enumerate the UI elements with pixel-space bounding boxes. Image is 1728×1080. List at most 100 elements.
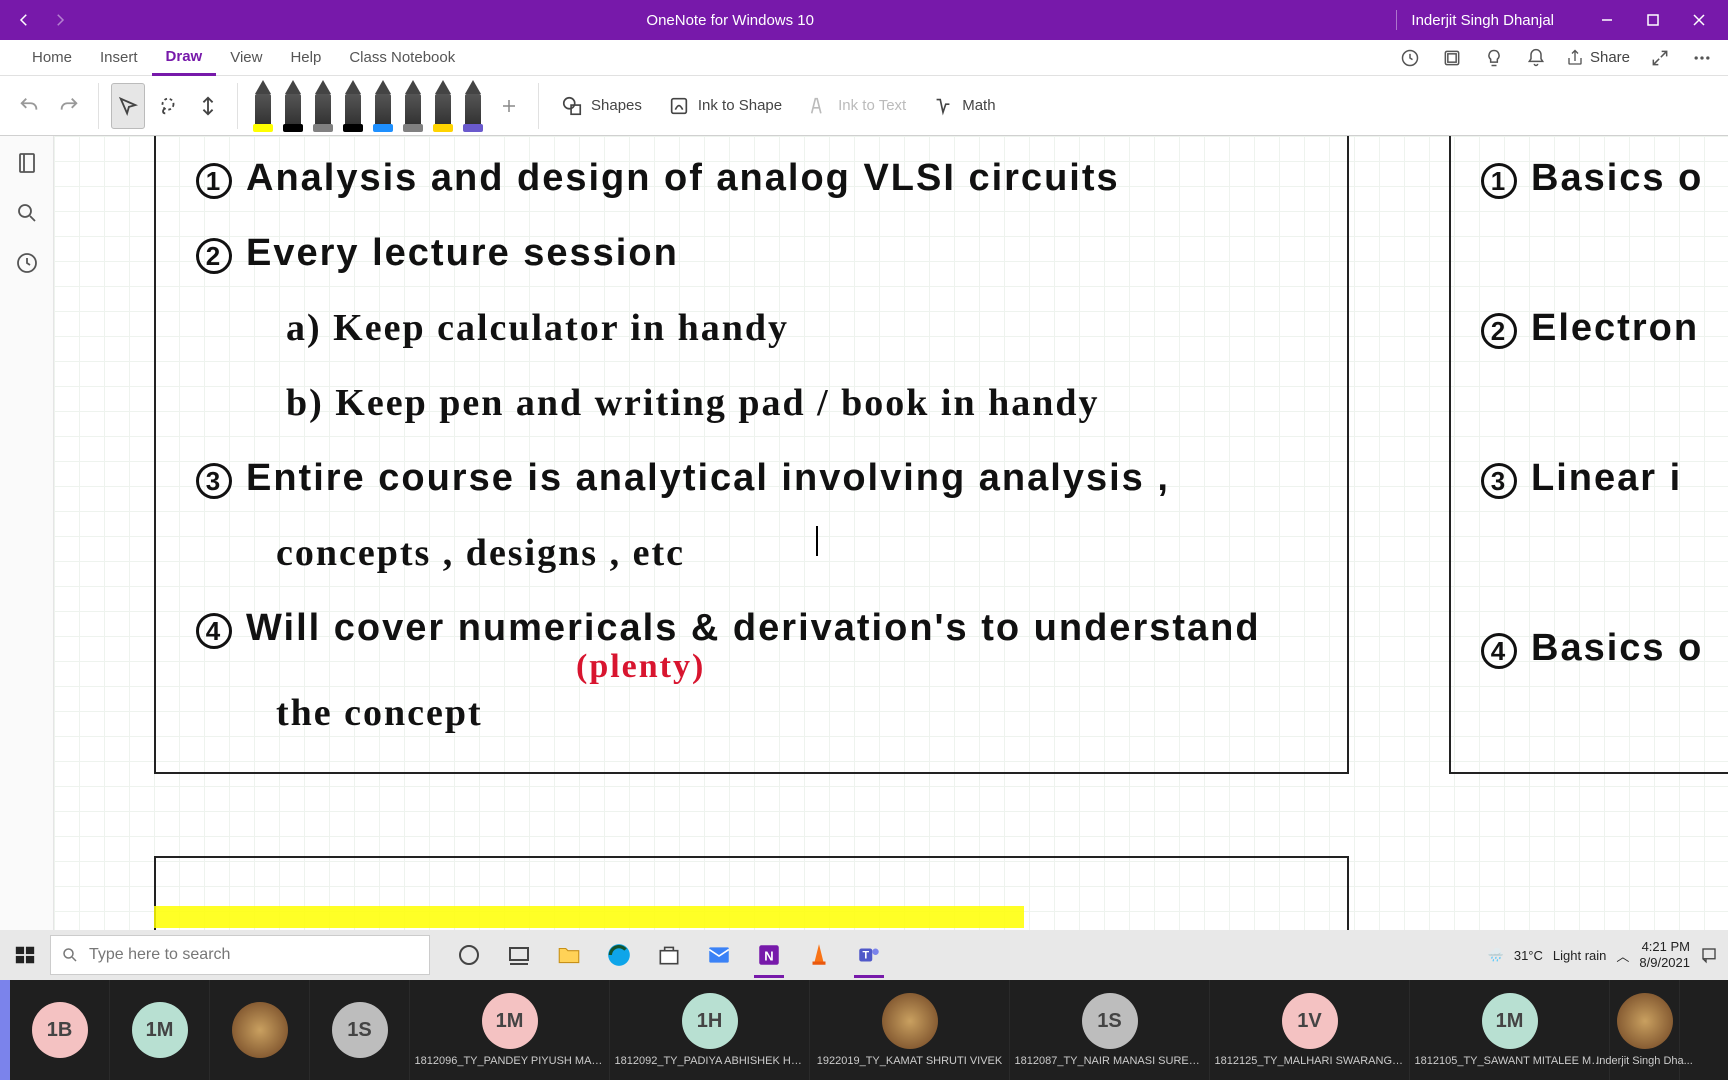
add-pen-button[interactable] [492, 83, 526, 129]
account-name[interactable]: Inderjit Singh Dhanjal [1411, 12, 1584, 29]
svg-text:N: N [764, 948, 773, 963]
vlc-icon[interactable] [794, 930, 844, 980]
participant[interactable]: 1S 1812087_TY_NAIR MANASI SUREND... [1010, 980, 1210, 1080]
pen-1[interactable] [280, 80, 306, 132]
notification-icon[interactable] [1700, 946, 1718, 964]
cortana-icon[interactable] [444, 930, 494, 980]
participant[interactable]: 1V1812125_TY_MALHARI SWARANGEE... [1210, 980, 1410, 1080]
search-icon [61, 946, 79, 964]
participant-name: 1812125_TY_MALHARI SWARANGEE... [1215, 1055, 1405, 1067]
dictate-icon[interactable] [1398, 46, 1422, 70]
avatar: 1S [1082, 993, 1138, 1049]
pen-5[interactable] [400, 80, 426, 132]
weather-icon[interactable]: 🌧️ [1488, 947, 1504, 963]
taskbar-search[interactable]: Type here to search [50, 935, 430, 975]
titlebar: OneNote for Windows 10 Inderjit Singh Dh… [0, 0, 1728, 40]
avatar: 1B [32, 1002, 88, 1058]
participant[interactable]: 1M1812105_TY_SAWANT MITALEE MAH... [1410, 980, 1610, 1080]
feed-icon[interactable] [1440, 46, 1464, 70]
notebooks-icon[interactable] [14, 150, 40, 176]
note-canvas[interactable]: 1 Analysis and design of analog VLSI circ… [54, 136, 1728, 930]
note-text: Electron [1531, 307, 1699, 349]
fullscreen-icon[interactable] [1648, 46, 1672, 70]
separator [237, 83, 238, 129]
clock[interactable]: 4:21 PM 8/9/2021 [1639, 939, 1690, 970]
participant[interactable] [210, 980, 310, 1080]
tab-home[interactable]: Home [18, 40, 86, 76]
note-container-main: 1Analysis and design of analog VLSI circ… [154, 136, 1349, 774]
system-tray: 🌧️ 31°C Light rain ︿ 4:21 PM 8/9/2021 [1488, 939, 1728, 970]
tab-class-notebook[interactable]: Class Notebook [335, 40, 469, 76]
bullet-r1: 1 [1481, 163, 1517, 199]
bell-icon[interactable] [1524, 46, 1548, 70]
text-cursor [816, 526, 818, 556]
ink-to-shape-icon [668, 95, 690, 117]
svg-text:T: T [862, 949, 869, 961]
participant[interactable]: 1H1812092_TY_PADIYA ABHISHEK HAR... [610, 980, 810, 1080]
recent-icon[interactable] [14, 250, 40, 276]
ink-to-text-label: Ink to Text [838, 97, 906, 114]
note-text: Entire course is analytical involving an… [246, 457, 1170, 499]
select-tool[interactable] [111, 83, 145, 129]
forward-button[interactable] [42, 2, 78, 38]
search-icon[interactable] [14, 200, 40, 226]
windows-taskbar: Type here to search N T 🌧️ 31°C Light ra… [0, 930, 1728, 980]
participant-name: 1812087_TY_NAIR MANASI SUREND... [1015, 1055, 1205, 1067]
start-button[interactable] [0, 930, 50, 980]
pen-0[interactable] [250, 80, 276, 132]
pen-7[interactable] [460, 80, 486, 132]
maximize-button[interactable] [1630, 0, 1676, 40]
shapes-label: Shapes [591, 97, 642, 114]
note-text: Analysis and design of analog VLSI circu… [246, 157, 1120, 199]
avatar: 1M [482, 993, 538, 1049]
pen-4[interactable] [370, 80, 396, 132]
teams-icon[interactable]: T [844, 930, 894, 980]
avatar: 1M [132, 1002, 188, 1058]
participant[interactable]: 1M1812096_TY_PANDEY PIYUSH MANOJ [410, 980, 610, 1080]
ink-to-text-icon [808, 95, 830, 117]
pen-2[interactable] [310, 80, 336, 132]
tray-chevron-icon[interactable]: ︿ [1616, 946, 1629, 965]
store-icon[interactable] [644, 930, 694, 980]
pen-6[interactable] [430, 80, 456, 132]
participant[interactable]: Inderjit Singh Dha... [1610, 980, 1680, 1080]
participant[interactable]: 1B [10, 980, 110, 1080]
bullet-2: 2 [196, 238, 232, 274]
weather-desc[interactable]: Light rain [1553, 948, 1606, 963]
weather-temp[interactable]: 31°C [1514, 948, 1543, 963]
insert-space-tool[interactable] [191, 83, 225, 129]
pen-gallery [250, 80, 486, 132]
more-icon[interactable] [1690, 46, 1714, 70]
participant[interactable]: 1M [110, 980, 210, 1080]
lasso-tool[interactable] [151, 83, 185, 129]
participant-name: 1812092_TY_PADIYA ABHISHEK HAR... [615, 1055, 805, 1067]
ink-to-text-button: Ink to Text [798, 95, 916, 117]
pen-3[interactable] [340, 80, 366, 132]
participant[interactable]: 1S [310, 980, 410, 1080]
lightbulb-icon[interactable] [1482, 46, 1506, 70]
shapes-icon [561, 95, 583, 117]
tab-draw[interactable]: Draw [152, 40, 217, 76]
minimize-button[interactable] [1584, 0, 1630, 40]
note-text: a) Keep calculator in handy [286, 306, 789, 350]
onenote-taskbar-icon[interactable]: N [744, 930, 794, 980]
ink-to-shape-button[interactable]: Ink to Shape [658, 95, 792, 117]
redo-button[interactable] [52, 83, 86, 129]
edge-icon[interactable] [594, 930, 644, 980]
tab-insert[interactable]: Insert [86, 40, 152, 76]
math-label: Math [962, 97, 995, 114]
participant-name: 1922019_TY_KAMAT SHRUTI VIVEK [817, 1055, 1002, 1067]
search-placeholder: Type here to search [89, 946, 230, 964]
back-button[interactable] [6, 2, 42, 38]
tab-help[interactable]: Help [276, 40, 335, 76]
mail-icon[interactable] [694, 930, 744, 980]
task-view-icon[interactable] [494, 930, 544, 980]
participant[interactable]: 1922019_TY_KAMAT SHRUTI VIVEK [810, 980, 1010, 1080]
math-button[interactable]: Math [922, 95, 1005, 117]
file-explorer-icon[interactable] [544, 930, 594, 980]
shapes-button[interactable]: Shapes [551, 95, 652, 117]
close-button[interactable] [1676, 0, 1722, 40]
undo-button[interactable] [12, 83, 46, 129]
tab-view[interactable]: View [216, 40, 276, 76]
share-button[interactable]: Share [1566, 49, 1630, 67]
